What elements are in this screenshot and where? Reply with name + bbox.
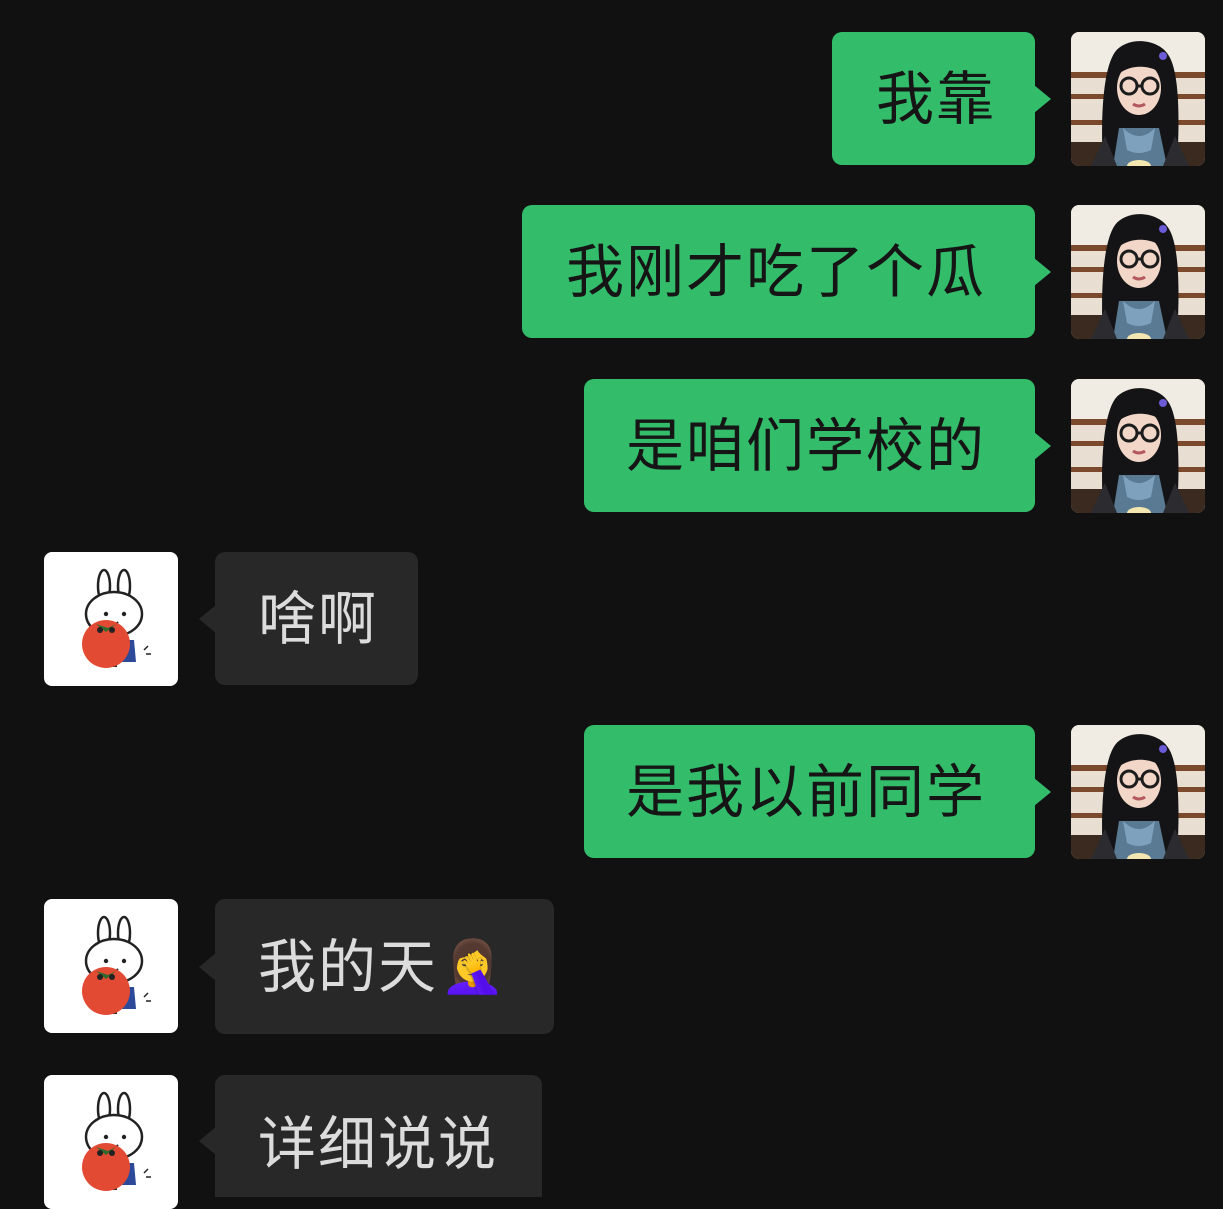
my-avatar[interactable] xyxy=(1071,205,1205,339)
bubble-tail xyxy=(199,604,216,633)
sent-message-bubble[interactable]: 我靠 xyxy=(832,32,1051,165)
sent-message-bubble[interactable]: 我刚才吃了个瓜 xyxy=(522,205,1051,338)
girl-with-glasses-photo-avatar-icon xyxy=(1071,205,1205,339)
message-text: 我靠 xyxy=(876,64,997,133)
bubble-tail xyxy=(1034,84,1051,113)
rabbit-holding-tomato-avatar-icon xyxy=(44,552,178,686)
sent-message-bubble[interactable]: 是我以前同学 xyxy=(584,725,1051,858)
bubble-tail xyxy=(1034,257,1051,286)
rabbit-holding-tomato-avatar-icon xyxy=(44,1075,178,1209)
rabbit-holding-tomato-avatar-icon xyxy=(44,899,178,1033)
message-text: 我刚才吃了个瓜 xyxy=(566,237,987,306)
friend-avatar[interactable] xyxy=(44,552,178,686)
bubble-tail xyxy=(1034,431,1051,460)
received-message-bubble[interactable]: 啥啊 xyxy=(199,552,418,685)
girl-with-glasses-photo-avatar-icon xyxy=(1071,725,1205,859)
message-text: 是我以前同学 xyxy=(626,757,987,826)
bubble-tail xyxy=(199,952,216,981)
received-message-bubble[interactable]: 详细说说 xyxy=(199,1075,542,1197)
bubble-tail xyxy=(1034,777,1051,806)
message-text: 详细说说 xyxy=(258,1110,499,1178)
bubble-tail xyxy=(199,1127,216,1155)
girl-with-glasses-photo-avatar-icon xyxy=(1071,32,1205,166)
sent-message-bubble[interactable]: 是咱们学校的 xyxy=(584,379,1051,512)
friend-avatar[interactable] xyxy=(44,1075,178,1209)
girl-with-glasses-photo-avatar-icon xyxy=(1071,379,1205,513)
message-text: 啥啊 xyxy=(258,584,379,653)
friend-avatar[interactable] xyxy=(44,899,178,1033)
my-avatar[interactable] xyxy=(1071,725,1205,859)
my-avatar[interactable] xyxy=(1071,32,1205,166)
chat-message-list[interactable]: 我靠 xyxy=(0,0,1223,1209)
message-text: 我的天 xyxy=(258,932,439,1001)
facepalm-emoji-icon: 🤦‍♀️ xyxy=(440,936,507,997)
message-text: 是咱们学校的 xyxy=(626,411,987,480)
received-message-bubble[interactable]: 我的天 🤦‍♀️ xyxy=(199,899,554,1034)
my-avatar[interactable] xyxy=(1071,379,1205,513)
